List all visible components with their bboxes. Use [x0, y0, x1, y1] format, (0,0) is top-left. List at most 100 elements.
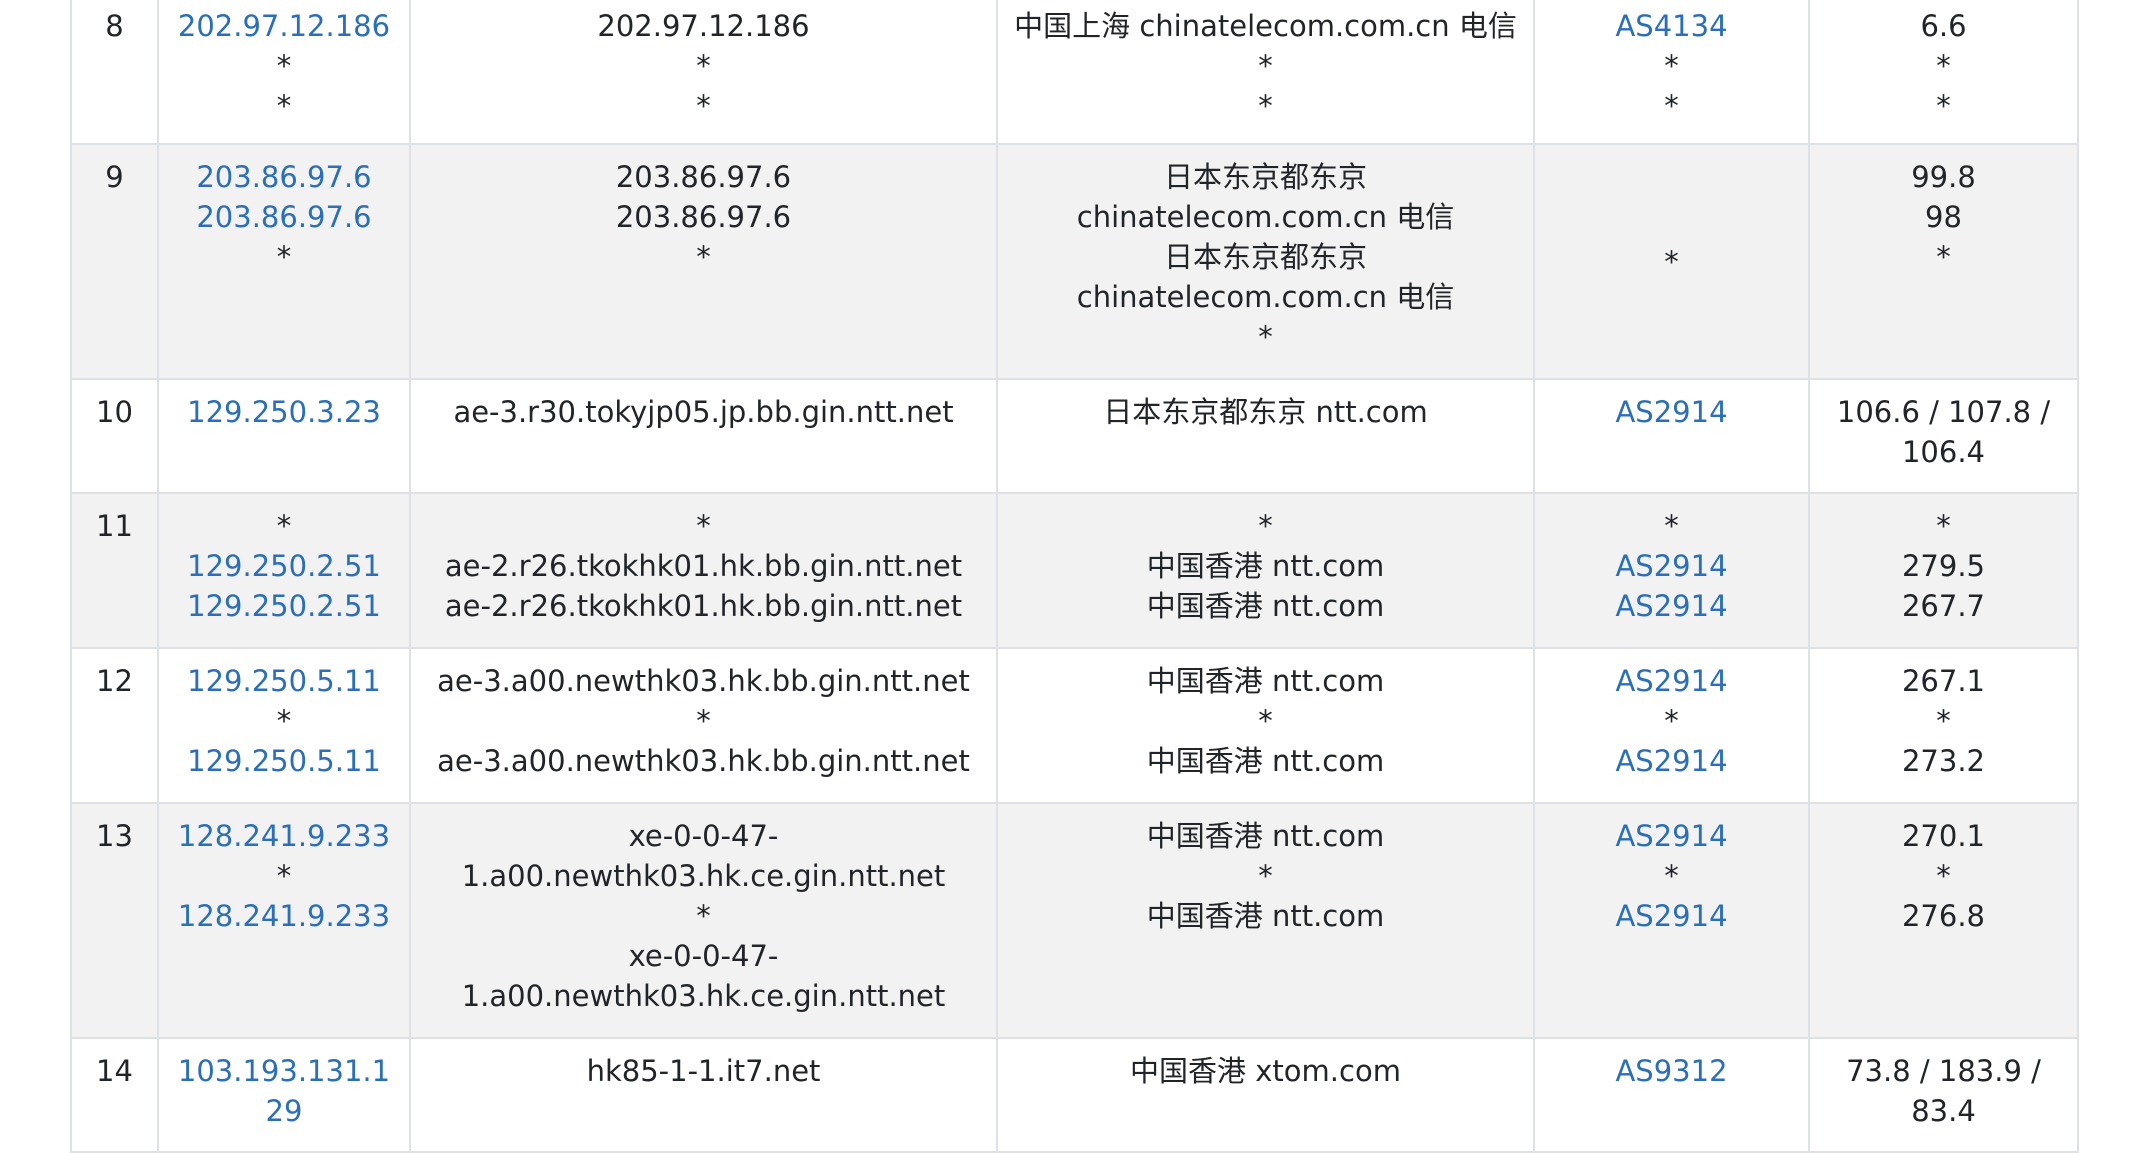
latency-text: 6.6: [1920, 9, 1967, 43]
table-row: 8 202.97.12.186 * * 202.97.12.186 * * 中国…: [70, 0, 2079, 145]
table-row: 12 129.250.5.11 * 129.250.5.11 ae-3.a00.…: [70, 647, 2079, 804]
ip-timeout: *: [276, 240, 292, 274]
table-row: 11 * 129.250.2.51 129.250.2.51 * ae-2.r2…: [70, 492, 2079, 649]
hop-number-cell: 14: [70, 1037, 159, 1153]
hop-number-cell: 11: [70, 492, 159, 649]
hostname-text: ae-2.r26.tkokhk01.hk.bb.gin.ntt.net: [444, 549, 963, 583]
location-timeout: *: [1258, 89, 1273, 123]
hop-number: 10: [96, 395, 133, 429]
latency-text: 73.8 / 183.9 / 83.4: [1846, 1054, 2041, 1128]
location-timeout: *: [1258, 509, 1273, 543]
latency-timeout: *: [1936, 859, 1951, 893]
hostname-text: ae-2.r26.tkokhk01.hk.bb.gin.ntt.net: [444, 589, 963, 623]
asn-link[interactable]: AS2914: [1549, 586, 1794, 626]
hostname-timeout: *: [696, 240, 711, 274]
hop-number-cell: 13: [70, 802, 159, 1039]
asn-timeout: *: [1664, 89, 1679, 123]
asn-link[interactable]: AS2914: [1549, 392, 1794, 432]
hostname-text: 203.86.97.6: [615, 160, 792, 194]
ip-timeout: *: [276, 89, 292, 123]
location-timeout: *: [1258, 49, 1273, 83]
asn-cell: AS2914 * AS2914: [1533, 802, 1810, 1039]
ip-link[interactable]: 128.241.9.233: [173, 816, 395, 856]
ip-link[interactable]: 203.86.97.6: [173, 157, 395, 197]
location-cell: 日本东京都东京 chinatelecom.com.cn 电信 日本东京都东京 c…: [996, 143, 1535, 380]
latency-timeout: *: [1936, 89, 1951, 123]
ip-cell: 129.250.5.11 * 129.250.5.11: [157, 647, 411, 804]
hostname-cell: ae-3.a00.newthk03.hk.bb.gin.ntt.net * ae…: [409, 647, 998, 804]
hostname-timeout: *: [696, 899, 711, 933]
location-cell: * 中国香港 ntt.com 中国香港 ntt.com: [996, 492, 1535, 649]
ip-link[interactable]: 203.86.97.6: [173, 197, 395, 237]
hostname-text: 203.86.97.6: [615, 200, 792, 234]
asn-link[interactable]: AS9312: [1549, 1051, 1794, 1091]
location-text: 中国香港 ntt.com: [1146, 549, 1385, 583]
hostname-text: ae-3.a00.newthk03.hk.bb.gin.ntt.net: [437, 744, 970, 778]
hop-number: 14: [96, 1054, 133, 1088]
hostname-text: ae-3.r30.tokyjp05.jp.bb.gin.ntt.net: [453, 395, 954, 429]
asn-cell: AS9312: [1533, 1037, 1810, 1153]
hop-number: 9: [105, 160, 124, 194]
latency-text: 99.8: [1911, 160, 1976, 194]
ip-cell: 128.241.9.233 * 128.241.9.233: [157, 802, 411, 1039]
hop-number-cell: 8: [70, 0, 159, 145]
location-text: 日本东京都东京 chinatelecom.com.cn 电信: [1076, 240, 1455, 314]
latency-text: 270.1: [1901, 819, 1986, 853]
asn-link[interactable]: AS2914: [1549, 816, 1794, 856]
ip-link[interactable]: 202.97.12.186: [173, 6, 395, 46]
ip-timeout: *: [276, 859, 292, 893]
hostname-cell: 203.86.97.6 203.86.97.6 *: [409, 143, 998, 380]
ip-link[interactable]: 128.241.9.233: [173, 896, 395, 936]
ip-link[interactable]: 129.250.2.51: [173, 546, 395, 586]
hop-number-cell: 9: [70, 143, 159, 380]
ip-link[interactable]: 103.193.131.129: [173, 1051, 395, 1131]
hostname-text: 202.97.12.186: [597, 9, 810, 43]
location-text: 日本东京都东京 chinatelecom.com.cn 电信: [1076, 160, 1455, 234]
latency-text: 106.6 / 107.8 / 106.4: [1836, 395, 2051, 469]
asn-link[interactable]: AS4134: [1549, 6, 1794, 46]
latency-cell: 73.8 / 183.9 / 83.4: [1808, 1037, 2079, 1153]
location-cell: 中国香港 ntt.com * 中国香港 ntt.com: [996, 647, 1535, 804]
latency-timeout: *: [1936, 509, 1951, 543]
latency-text: 267.1: [1901, 664, 1986, 698]
latency-cell: 267.1 * 273.2: [1808, 647, 2079, 804]
ip-link[interactable]: 129.250.5.11: [173, 741, 395, 781]
location-text: 中国香港 ntt.com: [1146, 899, 1385, 933]
latency-cell: 99.8 98 *: [1808, 143, 2079, 380]
asn-timeout: *: [1664, 244, 1679, 279]
location-cell: 中国香港 xtom.com: [996, 1037, 1535, 1153]
ip-cell: * 129.250.2.51 129.250.2.51: [157, 492, 411, 649]
latency-cell: 270.1 * 276.8: [1808, 802, 2079, 1039]
asn-link[interactable]: AS2914: [1549, 896, 1794, 936]
asn-link[interactable]: AS2914: [1549, 546, 1794, 586]
asn-link[interactable]: AS2914: [1549, 741, 1794, 781]
ip-link[interactable]: 129.250.2.51: [173, 586, 395, 626]
location-text: 中国香港 ntt.com: [1146, 589, 1385, 623]
asn-cell: * AS2914 AS2914: [1533, 492, 1810, 649]
hostname-cell: ae-3.r30.tokyjp05.jp.bb.gin.ntt.net: [409, 378, 998, 494]
hostname-cell: xe-0-0-47-1.a00.newthk03.hk.ce.gin.ntt.n…: [409, 802, 998, 1039]
location-timeout: *: [1258, 704, 1273, 738]
hop-number: 13: [96, 819, 133, 853]
ip-link[interactable]: 129.250.5.11: [173, 661, 395, 701]
ip-cell: 202.97.12.186 * *: [157, 0, 411, 145]
hostname-timeout: *: [696, 89, 711, 123]
location-text: 中国香港 ntt.com: [1146, 744, 1385, 778]
location-cell: 中国上海 chinatelecom.com.cn 电信 * *: [996, 0, 1535, 145]
ip-cell: 203.86.97.6 203.86.97.6 *: [157, 143, 411, 380]
hop-number-cell: 10: [70, 378, 159, 494]
asn-link[interactable]: AS2914: [1549, 661, 1794, 701]
location-text: 中国香港 ntt.com: [1146, 819, 1385, 853]
location-text: 中国上海 chinatelecom.com.cn 电信: [1014, 9, 1517, 43]
ip-timeout: *: [276, 704, 292, 738]
ip-link[interactable]: 129.250.3.23: [173, 392, 395, 432]
location-text: 中国香港 xtom.com: [1130, 1054, 1401, 1088]
asn-timeout: *: [1664, 509, 1679, 543]
latency-cell: 106.6 / 107.8 / 106.4: [1808, 378, 2079, 494]
hostname-text: xe-0-0-47-1.a00.newthk03.hk.ce.gin.ntt.n…: [461, 939, 946, 1013]
hop-number: 8: [105, 9, 124, 43]
ip-cell: 129.250.3.23: [157, 378, 411, 494]
latency-text: 267.7: [1901, 589, 1986, 623]
asn-timeout: *: [1664, 704, 1679, 738]
location-text: 中国香港 ntt.com: [1146, 664, 1385, 698]
